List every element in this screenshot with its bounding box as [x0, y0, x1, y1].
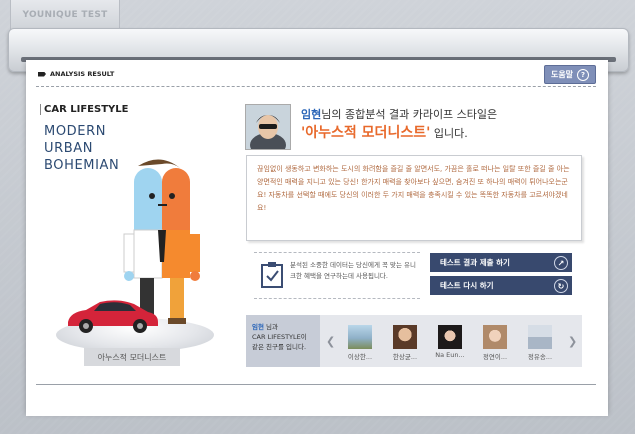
share-icon: ↗ [554, 256, 568, 270]
closing-text: 입니다. [433, 127, 468, 140]
friends-panel: 임현 님과 CAR LIFESTYLE이 같은 친구를 입니다. ❮ 이상한..… [246, 315, 582, 367]
prev-arrow-icon[interactable]: ❮ [326, 335, 335, 348]
question-icon: ? [577, 68, 590, 81]
friend-avatar [528, 325, 552, 349]
section-label-text: ANALYSIS RESULT [50, 70, 115, 78]
friend-name: Na Eun... [435, 351, 465, 359]
result-headline: 임현님의 종합분석 결과 카라이프 스타일은 '아누스적 모더니스트' 입니다. [301, 106, 497, 143]
friends-label-name: 임현 [252, 323, 264, 331]
section-label: ANALYSIS RESULT [38, 70, 114, 78]
next-arrow-icon[interactable]: ❯ [568, 335, 577, 348]
flag-icon [38, 71, 46, 77]
friend-item[interactable]: 이상한... [340, 325, 380, 361]
friend-item[interactable]: 정유송... [520, 325, 560, 361]
friend-avatar [348, 325, 372, 349]
paper-edge [26, 408, 608, 420]
retry-test-button[interactable]: 테스트 다시 하기 ↻ [430, 276, 572, 295]
style-name: '아누스적 모더니스트' [301, 125, 431, 141]
result-description: 끊임없이 생동하고 변화하는 도시의 화려함을 즐길 줄 알면서도, 가끔은 홀… [246, 155, 582, 241]
clipboard-icon [261, 262, 283, 288]
divider [36, 384, 596, 385]
friend-name: 한상균... [392, 353, 418, 361]
style-keyword: URBAN [44, 141, 94, 156]
info-text: 분석된 소중한 데이터는 당신에게 꼭 맞는 유니크한 혜택을 연구하는데 사용… [290, 261, 417, 280]
header-row: ANALYSIS RESULT 도움말? [36, 64, 596, 87]
style-keyword: MODERN [44, 124, 107, 139]
app-tab-label: YOUNIQUE TEST [22, 10, 108, 20]
style-name-plate: 아누스적 모더니스트 [84, 348, 180, 366]
friends-label-line1: 님과 [263, 323, 278, 331]
result-paper: ANALYSIS RESULT 도움말? CAR LIFESTYLE MODER… [26, 60, 608, 412]
refresh-icon: ↻ [554, 279, 568, 293]
app-tab: YOUNIQUE TEST [10, 0, 120, 31]
style-keyword: BOHEMIAN [44, 158, 120, 173]
style-keywords: MODERN URBAN BOHEMIAN [44, 123, 119, 174]
friends-label-line3: 같은 친구를 입니다. [252, 343, 307, 351]
help-button[interactable]: 도움말? [544, 65, 596, 84]
intro-text: 님의 종합분석 결과 카라이프 스타일은 [321, 108, 498, 121]
friend-name: 정연이... [482, 353, 508, 361]
friend-name: 정유송... [527, 353, 553, 361]
friend-item[interactable]: 한상균... [385, 325, 425, 361]
help-label: 도움말 [550, 70, 574, 79]
submit-result-button[interactable]: 테스트 결과 제출 하기 ↗ [430, 253, 572, 272]
friend-item[interactable]: 정연이... [475, 325, 515, 361]
submit-result-label: 테스트 결과 제출 하기 [440, 258, 510, 267]
retry-test-label: 테스트 다시 하기 [440, 281, 494, 290]
car-illustration [68, 300, 158, 333]
user-avatar [245, 104, 291, 150]
friend-avatar [483, 325, 507, 349]
friend-avatar [393, 325, 417, 349]
left-title: CAR LIFESTYLE [40, 104, 128, 115]
friends-label: 임현 님과 CAR LIFESTYLE이 같은 친구를 입니다. [246, 315, 320, 367]
friends-label-line2: CAR LIFESTYLE이 [252, 333, 307, 341]
user-name: 임현 [301, 108, 322, 121]
friend-item[interactable]: Na Eun... [430, 325, 470, 359]
friend-name: 이상한... [347, 353, 373, 361]
info-box: 분석된 소중한 데이터는 당신에게 꼭 맞는 유니크한 혜택을 연구하는데 사용… [254, 252, 420, 299]
friend-avatar [438, 325, 462, 349]
